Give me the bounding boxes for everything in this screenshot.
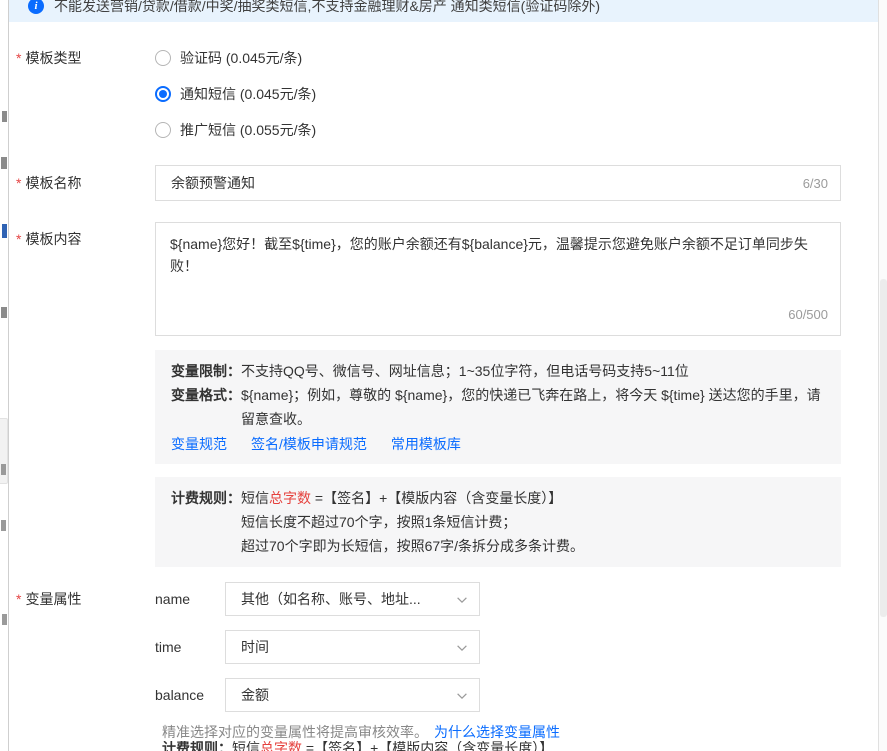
required-asterisk: * (16, 175, 21, 191)
billing-rules-box: 计费规则： 短信总字数 =【签名】+【模版内容（含变量长度）】 短信长度不超过7… (155, 477, 841, 567)
template-type-options: 验证码 (0.045元/条) 通知短信 (0.045元/条) 推广短信 (0.0… (155, 48, 316, 140)
clipped-content-fragment (2, 111, 7, 122)
attr-key-name: name (155, 591, 225, 607)
required-asterisk: * (16, 50, 21, 66)
vertical-scrollbar[interactable] (878, 0, 887, 751)
variable-limit-text: 不支持QQ号、微信号、网址信息；1~35位字符，但电话号码支持5~11位 (241, 359, 825, 383)
attr-balance-select[interactable]: 金额 (225, 678, 480, 712)
variable-limit-label: 变量限制： (171, 359, 241, 383)
tip-text: 精准选择对应的变量属性将提高审核效率。 (162, 724, 428, 740)
chevron-down-icon (455, 689, 469, 706)
radio-unselected-icon (155, 122, 171, 138)
radio-label: 验证码 (0.045元/条) (180, 48, 302, 68)
template-content-value: ${name}您好！截至${time}，您的账户余额还有${balance}元，… (170, 236, 808, 274)
attr-name-selected-value: 其他（如名称、账号、地址... (241, 589, 421, 609)
radio-label: 推广短信 (0.055元/条) (180, 120, 316, 140)
clipped-content-fragment (1, 464, 6, 475)
billing-line-3: 超过70个字即为长短信，按照67字/条拆分成多条计费。 (241, 534, 825, 558)
attr-key-balance: balance (155, 687, 225, 703)
attr-time-select[interactable]: 时间 (225, 630, 480, 664)
attr-row-balance: balance 金额 (155, 678, 480, 712)
clipped-content-fragment (2, 224, 7, 238)
clipped-content-fragment (1, 307, 7, 318)
variable-rules-box: 变量限制： 不支持QQ号、微信号、网址信息；1~35位字符，但电话号码支持5~1… (155, 350, 841, 464)
radio-selected-icon (155, 86, 171, 102)
attr-row-time: time 时间 (155, 630, 480, 664)
radio-option-verification-code[interactable]: 验证码 (0.045元/条) (155, 48, 316, 68)
template-content-textarea[interactable]: ${name}您好！截至${time}，您的账户余额还有${balance}元，… (155, 222, 841, 336)
attr-balance-selected-value: 金额 (241, 685, 269, 705)
variable-format-text: ${name}；例如，尊敬的 ${name}，您的快递已飞奔在路上，将今天 ${… (241, 383, 825, 431)
info-icon: i (28, 0, 44, 14)
required-asterisk: * (16, 591, 21, 607)
link-signature-template-spec[interactable]: 签名/模板申请规范 (251, 432, 367, 456)
clipped-content-fragment (1, 520, 6, 531)
radio-unselected-icon (155, 50, 171, 66)
content-char-counter: 60/500 (788, 304, 828, 326)
link-variable-spec[interactable]: 变量规范 (171, 432, 227, 456)
clipped-underlying-page (0, 0, 8, 751)
template-type-label: *模板类型 (16, 48, 155, 140)
attr-row-name: name 其他（如名称、账号、地址... (155, 582, 480, 616)
radio-option-promotion-sms[interactable]: 推广短信 (0.055元/条) (155, 120, 316, 140)
attr-time-selected-value: 时间 (241, 637, 269, 657)
link-common-template-library[interactable]: 常用模板库 (391, 432, 461, 456)
template-name-label: *模板名称 (16, 173, 155, 193)
radio-label: 通知短信 (0.045元/条) (180, 84, 316, 104)
billing-total-chars-highlight: 总字数 (269, 490, 311, 506)
clipped-content-fragment (2, 614, 7, 625)
clipped-content-fragment (1, 157, 7, 169)
billing-line-1: 短信总字数 =【签名】+【模版内容（含变量长度）】 (241, 486, 825, 510)
variable-attrs-label: *变量属性 (16, 582, 155, 712)
required-asterisk: * (16, 231, 21, 247)
variable-attrs-rows: name 其他（如名称、账号、地址... time 时间 (155, 582, 480, 712)
clipped-billing-line: 计费规则：短信总字数 =【签名】+【模版内容（含变量长度）】 (162, 741, 878, 751)
chevron-down-icon (455, 641, 469, 658)
info-banner: i 不能发送营销/贷款/借款/中奖/抽奖类短信,不支持金融理财&房产 通知类短信… (9, 0, 878, 22)
variable-format-label: 变量格式： (171, 383, 241, 431)
name-char-counter: 6/30 (803, 176, 828, 191)
scrollbar-thumb[interactable] (880, 279, 887, 617)
billing-rules-label: 计费规则： (171, 486, 241, 558)
template-name-input[interactable]: 余额预警通知 6/30 (155, 165, 841, 201)
variable-attrs-tip: 精准选择对应的变量属性将提高审核效率。为什么选择变量属性 (162, 722, 878, 740)
radio-option-notification-sms[interactable]: 通知短信 (0.045元/条) (155, 84, 316, 104)
billing-line-2: 短信长度不超过70个字，按照1条短信计费； (241, 510, 825, 534)
template-content-label: *模板内容 (16, 222, 155, 336)
template-name-value: 余额预警通知 (171, 173, 255, 193)
attr-key-time: time (155, 639, 225, 655)
link-why-choose-variable-attrs[interactable]: 为什么选择变量属性 (434, 724, 560, 740)
banner-text: 不能发送营销/贷款/借款/中奖/抽奖类短信,不支持金融理财&房产 通知类短信(验… (54, 0, 600, 16)
chevron-down-icon (455, 593, 469, 610)
sms-template-form-panel: i 不能发送营销/贷款/借款/中奖/抽奖类短信,不支持金融理财&房产 通知类短信… (9, 0, 878, 751)
attr-name-select[interactable]: 其他（如名称、账号、地址... (225, 582, 480, 616)
template-form: *模板类型 验证码 (0.045元/条) 通知短信 (0.045元/条) 推广短… (9, 48, 878, 751)
